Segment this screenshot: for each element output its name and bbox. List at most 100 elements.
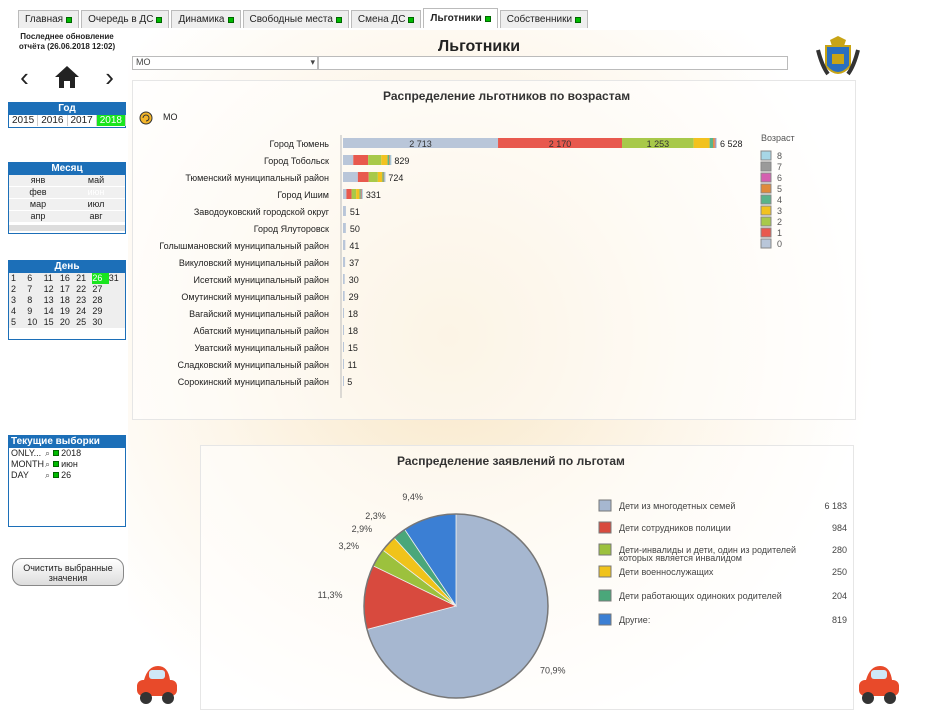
day-item[interactable]: 3 xyxy=(11,295,27,306)
bar-segment[interactable] xyxy=(356,189,360,199)
bar-segment[interactable] xyxy=(343,257,346,267)
day-item[interactable]: 6 xyxy=(27,273,43,284)
bar-segment[interactable] xyxy=(357,172,369,182)
month-item[interactable]: июн xyxy=(67,187,125,199)
bar-segment[interactable] xyxy=(351,189,357,199)
day-item[interactable]: 7 xyxy=(27,284,43,295)
bar-segment[interactable] xyxy=(713,138,715,148)
day-item[interactable]: 16 xyxy=(60,273,76,284)
bar-segment[interactable] xyxy=(384,172,386,182)
day-item[interactable]: 28 xyxy=(92,295,108,306)
year-item[interactable]: 2015 xyxy=(9,115,39,126)
day-item[interactable]: 4 xyxy=(11,306,27,317)
bar-segment[interactable] xyxy=(387,155,390,165)
bar-segment[interactable] xyxy=(361,189,363,199)
tab-4[interactable]: Смена ДС xyxy=(350,10,422,28)
day-item[interactable]: 13 xyxy=(44,295,60,306)
day-item[interactable]: 5 xyxy=(11,317,27,328)
day-item[interactable]: 15 xyxy=(44,317,60,328)
bar-segment[interactable] xyxy=(346,189,352,199)
search-icon[interactable]: ⌕ xyxy=(45,459,50,469)
bar-segment[interactable] xyxy=(343,274,345,284)
day-item[interactable]: 20 xyxy=(60,317,76,328)
month-item[interactable]: янв xyxy=(9,175,67,187)
tab-5[interactable]: Льготники xyxy=(423,8,498,28)
month-item[interactable]: апр xyxy=(9,211,67,223)
bar-segment[interactable] xyxy=(359,189,361,199)
legend-swatch xyxy=(760,150,772,161)
bar-segment[interactable] xyxy=(390,155,392,165)
month-item[interactable]: май xyxy=(67,175,125,187)
bar-segment[interactable] xyxy=(343,172,358,182)
bar-segment[interactable] xyxy=(343,308,345,318)
tab-1[interactable]: Очередь в ДС xyxy=(81,10,170,28)
bar-segment[interactable] xyxy=(693,138,710,148)
day-item[interactable]: 23 xyxy=(76,295,92,306)
day-item[interactable]: 1 xyxy=(11,273,27,284)
day-item[interactable]: 11 xyxy=(44,273,60,284)
year-item[interactable]: 2018 xyxy=(96,115,126,126)
day-item[interactable]: 2 xyxy=(11,284,27,295)
day-item[interactable]: 27 xyxy=(92,284,108,295)
bar-segment[interactable] xyxy=(343,291,345,301)
home-icon[interactable] xyxy=(53,64,81,90)
bar-segment[interactable] xyxy=(343,189,347,199)
day-item[interactable]: 24 xyxy=(76,306,92,317)
bar-segment[interactable] xyxy=(368,172,378,182)
year-item[interactable]: 2016 xyxy=(38,115,68,126)
mo-search-field[interactable] xyxy=(318,56,788,70)
bar-segment[interactable] xyxy=(381,155,388,165)
back-arrow-icon[interactable]: ‹ xyxy=(20,62,29,93)
day-item[interactable]: 26 xyxy=(92,273,109,284)
year-item[interactable]: 2017 xyxy=(68,115,97,126)
bar-segment[interactable] xyxy=(715,138,717,148)
search-icon[interactable]: ⌕ xyxy=(45,470,50,480)
bar-segment[interactable] xyxy=(343,359,344,369)
bar-segment[interactable] xyxy=(343,342,344,352)
tab-6[interactable]: Собственники xyxy=(499,10,589,28)
bar-segment[interactable] xyxy=(368,155,382,165)
bar-segment[interactable] xyxy=(343,240,346,250)
tab-3[interactable]: Свободные места xyxy=(242,10,349,28)
bar-segment[interactable] xyxy=(343,223,346,233)
bar-segment[interactable] xyxy=(343,155,354,165)
legend-value: 204 xyxy=(832,591,847,601)
tab-0[interactable]: Главная xyxy=(18,10,80,28)
month-scrollbar[interactable] xyxy=(9,225,125,231)
forward-arrow-icon[interactable]: › xyxy=(105,62,114,93)
day-item[interactable]: 22 xyxy=(76,284,92,295)
bar-segment[interactable] xyxy=(709,138,714,148)
category-label: Голышмановский муниципальный район xyxy=(159,241,329,251)
day-item[interactable]: 29 xyxy=(92,306,108,317)
day-item[interactable]: 21 xyxy=(76,273,92,284)
legend-label: 6 xyxy=(777,173,782,183)
day-item[interactable]: 25 xyxy=(76,317,92,328)
tab-2[interactable]: Динамика xyxy=(171,10,241,28)
status-dot-icon xyxy=(52,450,59,456)
search-icon[interactable]: ⌕ xyxy=(45,448,50,458)
bar-segment[interactable] xyxy=(377,172,383,182)
bar-segment[interactable] xyxy=(343,325,345,335)
day-item[interactable]: 8 xyxy=(27,295,43,306)
bar-segment[interactable] xyxy=(343,206,346,216)
month-item[interactable]: авг xyxy=(67,211,125,223)
day-item[interactable]: 31 xyxy=(109,273,125,284)
day-item[interactable]: 18 xyxy=(60,295,76,306)
day-item[interactable]: 14 xyxy=(44,306,60,317)
day-item[interactable]: 9 xyxy=(27,306,43,317)
category-label: Город Тюмень xyxy=(270,139,330,149)
day-item[interactable]: 10 xyxy=(27,317,43,328)
day-item[interactable]: 19 xyxy=(60,306,76,317)
day-item[interactable]: 30 xyxy=(92,317,108,328)
bar-segment[interactable] xyxy=(343,376,344,386)
current-selection-row: ONLY... ⌕ 2018 xyxy=(11,448,125,459)
day-item[interactable]: 12 xyxy=(44,284,60,295)
bar-segment[interactable] xyxy=(353,155,369,165)
clear-selections-button[interactable]: Очистить выбранные значения xyxy=(12,558,124,586)
bar-segment[interactable] xyxy=(382,172,384,182)
day-item[interactable]: 17 xyxy=(60,284,76,295)
month-item[interactable]: мар xyxy=(9,199,67,211)
mo-select[interactable]: МО ▾ xyxy=(132,56,318,70)
month-item[interactable]: фев xyxy=(9,187,67,199)
month-item[interactable]: июл xyxy=(67,199,125,211)
